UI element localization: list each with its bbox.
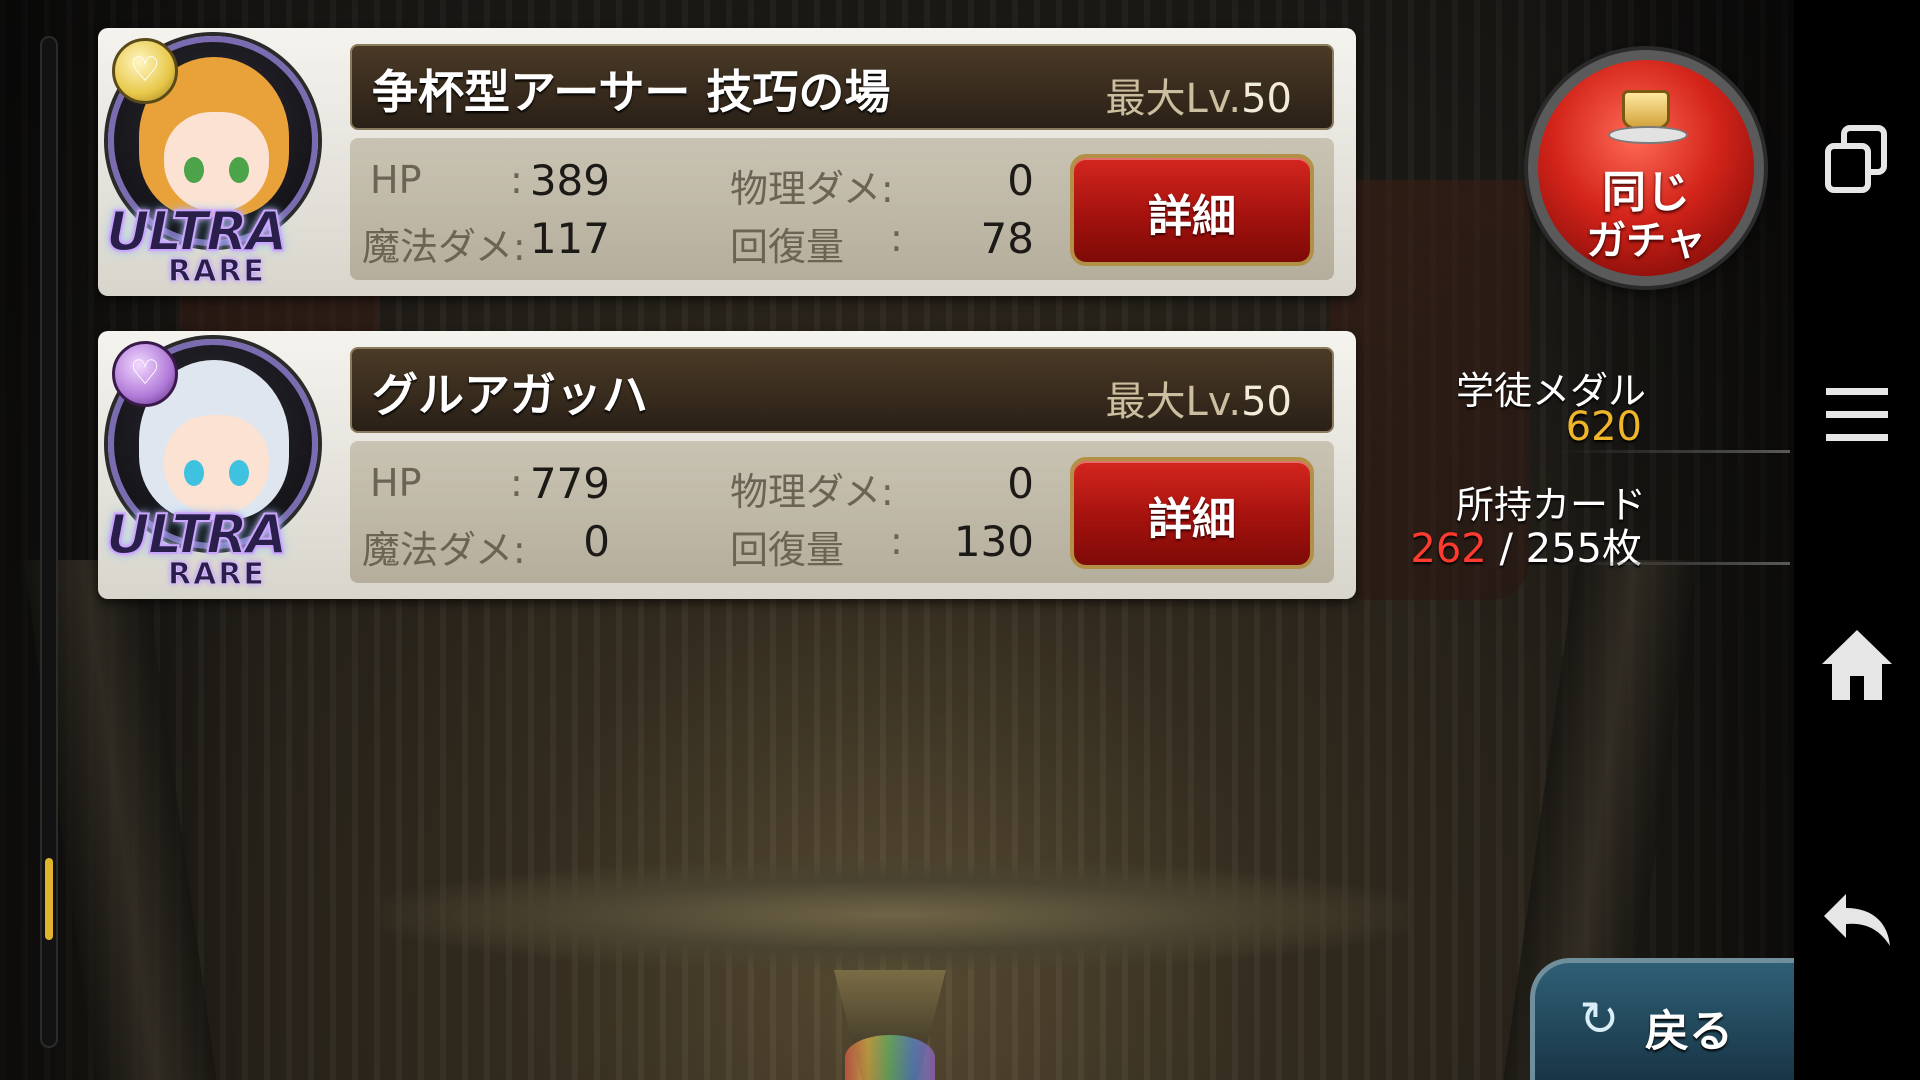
portrait-eye [229, 157, 249, 183]
gacha-button-label-line2: ガチャ [1586, 218, 1706, 264]
card-name: グルアガッハ [372, 368, 648, 422]
portrait-eye [184, 460, 204, 486]
magic-damage-value: 117 [529, 214, 610, 263]
hp-value: 389 [529, 156, 610, 205]
physical-damage-value: 0 [1007, 459, 1034, 508]
heal-label: 回復量 [730, 225, 845, 269]
menu-icon[interactable] [1816, 374, 1898, 456]
curved-arrow-icon: ↻ [1579, 991, 1620, 1047]
owned-cards-max: 255枚 [1525, 526, 1642, 572]
hp-value: 779 [529, 459, 610, 508]
detail-button-label: 詳細 [1148, 494, 1236, 545]
heal-label: 回復量 [730, 528, 845, 572]
detail-button[interactable]: 詳細 [1070, 154, 1314, 266]
rarity-rare-text: RARE [168, 254, 266, 290]
heal-colon: : [890, 519, 903, 563]
home-icon[interactable] [1816, 624, 1898, 706]
summon-pedestal [380, 860, 1410, 970]
back-button[interactable]: ↻ 戻る [1530, 958, 1794, 1080]
rarity-rare-text: RARE [168, 557, 266, 593]
heal-value: 130 [953, 517, 1034, 566]
card-name-bar: グルアガッハ 最大Lv.50 [350, 347, 1334, 433]
card-name: 争杯型アーサー 技巧の場 [372, 65, 891, 119]
card-result-2: グルアガッハ 最大Lv.50 HP : 779 魔法ダメ: 0 物理ダメ: 0 … [98, 331, 1356, 599]
owned-cards-count: 262 / 255枚 [1410, 516, 1642, 574]
max-level-value: 50 [1241, 76, 1292, 122]
heart-crown-icon: ♡ [112, 341, 178, 407]
owned-cards-current: 262 [1410, 526, 1487, 572]
recent-apps-icon[interactable] [1816, 118, 1898, 200]
max-level-label: 最大Lv. [1105, 379, 1242, 425]
physical-damage-value: 0 [1007, 156, 1034, 205]
heal-value: 78 [980, 214, 1034, 263]
heal-colon: : [890, 216, 903, 260]
card-name-bar: 争杯型アーサー 技巧の場 最大Lv.50 [350, 44, 1334, 130]
cup-base-icon [1608, 126, 1688, 144]
hp-label: HP [370, 158, 422, 202]
portrait-eye [229, 460, 249, 486]
portrait-face [164, 112, 269, 212]
system-navigation-bar [1794, 0, 1920, 1080]
max-level: 最大Lv.50 [1106, 66, 1292, 124]
physical-damage-label: 物理ダメ: [730, 470, 894, 514]
hp-label: HP [370, 461, 422, 505]
divider [1560, 450, 1790, 453]
physical-damage-label: 物理ダメ: [730, 167, 894, 211]
medal-value: 620 [1565, 404, 1642, 450]
heart-crown-icon: ♡ [112, 38, 178, 104]
portrait-face [164, 415, 269, 515]
portrait-eye [184, 157, 204, 183]
cup-icon [1622, 90, 1670, 130]
card-result-1: 争杯型アーサー 技巧の場 最大Lv.50 HP : 389 魔法ダメ: 117 … [98, 28, 1356, 296]
divider [1560, 562, 1790, 565]
owned-cards-separator: / [1486, 526, 1526, 572]
max-level-label: 最大Lv. [1105, 76, 1242, 122]
back-button-label: 戻る [1645, 1006, 1733, 1057]
rainbow-glow [845, 1035, 935, 1080]
max-level: 最大Lv.50 [1106, 369, 1292, 427]
scrollbar[interactable] [40, 36, 58, 1048]
back-icon[interactable] [1816, 876, 1898, 958]
scrollbar-thumb[interactable] [45, 858, 53, 940]
game-scene: 争杯型アーサー 技巧の場 最大Lv.50 HP : 389 魔法ダメ: 117 … [0, 0, 1794, 1080]
detail-button-label: 詳細 [1148, 191, 1236, 242]
detail-button[interactable]: 詳細 [1070, 457, 1314, 569]
magic-damage-value: 0 [583, 517, 610, 566]
max-level-value: 50 [1241, 379, 1292, 425]
same-gacha-button[interactable]: 同じ ガチャ [1528, 50, 1764, 286]
